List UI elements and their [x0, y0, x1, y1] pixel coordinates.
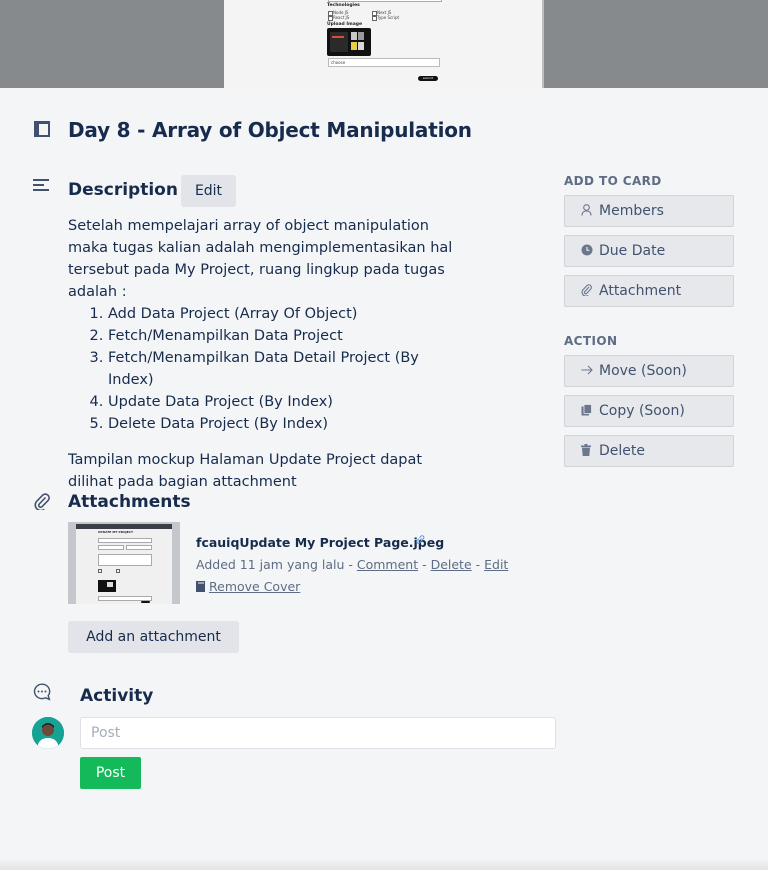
description-intro: Setelah mempelajari array of object mani…: [68, 218, 453, 300]
attachment-comment-link[interactable]: Comment: [357, 557, 418, 572]
due-date-label: Due Date: [599, 243, 666, 259]
remove-cover-row: Remove Cover: [196, 579, 300, 594]
clock-icon: [581, 244, 599, 259]
attachment-thumbnail-image: UPDATE MY PROJECT: [76, 524, 172, 604]
attachment-thumbnail[interactable]: UPDATE MY PROJECT: [68, 522, 180, 604]
arrow-right-icon: [581, 364, 599, 378]
separator: -: [418, 557, 431, 572]
attachment-added-text: Added 11 jam yang lalu: [196, 557, 345, 572]
description-list: Add Data Project (Array Of Object) Fetch…: [68, 303, 453, 435]
attachment-meta: Added 11 jam yang lalu - Comment - Delet…: [196, 557, 508, 572]
due-date-button[interactable]: Due Date: [564, 235, 734, 267]
cover-file-input: choose: [328, 58, 440, 67]
paperclip-icon: [581, 283, 599, 299]
attachment-edit-link[interactable]: Edit: [484, 557, 508, 572]
cover-image: Technologies Node JS Next JS React JS Ty…: [224, 0, 544, 88]
description-list-item: Fetch/Menampilkan Data Project: [108, 325, 453, 347]
attachment-button[interactable]: Attachment: [564, 275, 734, 307]
move-button[interactable]: Move (Soon): [564, 355, 734, 387]
activity-heading: Activity: [80, 686, 154, 706]
separator: -: [344, 557, 357, 572]
card-icon: [34, 121, 50, 137]
separator: -: [471, 557, 485, 572]
post-button[interactable]: Post: [80, 757, 141, 789]
members-button[interactable]: Members: [564, 195, 734, 227]
description-edit-button[interactable]: Edit: [181, 175, 236, 207]
move-label: Move (Soon): [599, 363, 687, 379]
cover-upload-label: Upload Image: [327, 22, 363, 27]
avatar[interactable]: [32, 717, 64, 749]
person-icon: [581, 203, 599, 219]
cover-form-field: [328, 0, 442, 2]
description-outro: Tampilan mockup Halaman Update Project d…: [68, 452, 423, 490]
bottom-shadow: [0, 858, 768, 870]
copy-label: Copy (Soon): [599, 403, 685, 419]
remove-cover-link[interactable]: Remove Cover: [209, 579, 300, 594]
trash-icon: [581, 443, 599, 459]
description-list-item: Delete Data Project (By Index): [108, 413, 453, 435]
delete-card-button[interactable]: Delete: [564, 435, 734, 467]
cover-submit-button: submit: [418, 76, 438, 81]
add-to-card-heading: ADD TO CARD: [564, 174, 662, 188]
add-attachment-button[interactable]: Add an attachment: [68, 621, 239, 653]
members-label: Members: [599, 203, 664, 219]
card-cover: Technologies Node JS Next JS React JS Ty…: [0, 0, 768, 88]
external-link-icon[interactable]: [415, 534, 426, 545]
description-icon: [33, 179, 49, 191]
cover-icon: [196, 581, 205, 592]
attachment-delete-link[interactable]: Delete: [431, 557, 472, 572]
copy-icon: [581, 403, 599, 419]
description-list-item: Update Data Project (By Index): [108, 391, 453, 413]
cover-upload-preview: [327, 28, 371, 56]
card-title: Day 8 - Array of Object Manipulation: [68, 118, 472, 142]
action-heading: ACTION: [564, 334, 618, 348]
description-list-item: Add Data Project (Array Of Object): [108, 303, 453, 325]
description-list-item: Fetch/Menampilkan Data Detail Project (B…: [108, 347, 453, 391]
cover-file-label: choose: [331, 60, 346, 65]
cover-tech-option: Type Script: [377, 15, 400, 20]
comment-icon: [33, 683, 51, 701]
attachment-label: Attachment: [599, 283, 682, 299]
attachment-thumb-title: UPDATE MY PROJECT: [98, 530, 134, 534]
delete-card-label: Delete: [599, 443, 645, 459]
description-body: Setelah mempelajari array of object mani…: [68, 215, 453, 493]
attachments-heading: Attachments: [68, 492, 191, 512]
activity-post-input[interactable]: [80, 717, 556, 749]
cover-submit-label: submit: [422, 76, 434, 80]
description-heading: Description: [68, 180, 178, 200]
copy-button[interactable]: Copy (Soon): [564, 395, 734, 427]
attachment-file-name[interactable]: fcauiqUpdate My Project Page.jpeg: [196, 535, 444, 550]
cover-technologies-label: Technologies: [327, 3, 360, 8]
paperclip-icon: [34, 493, 50, 510]
cover-tech-option: React JS: [333, 15, 350, 20]
